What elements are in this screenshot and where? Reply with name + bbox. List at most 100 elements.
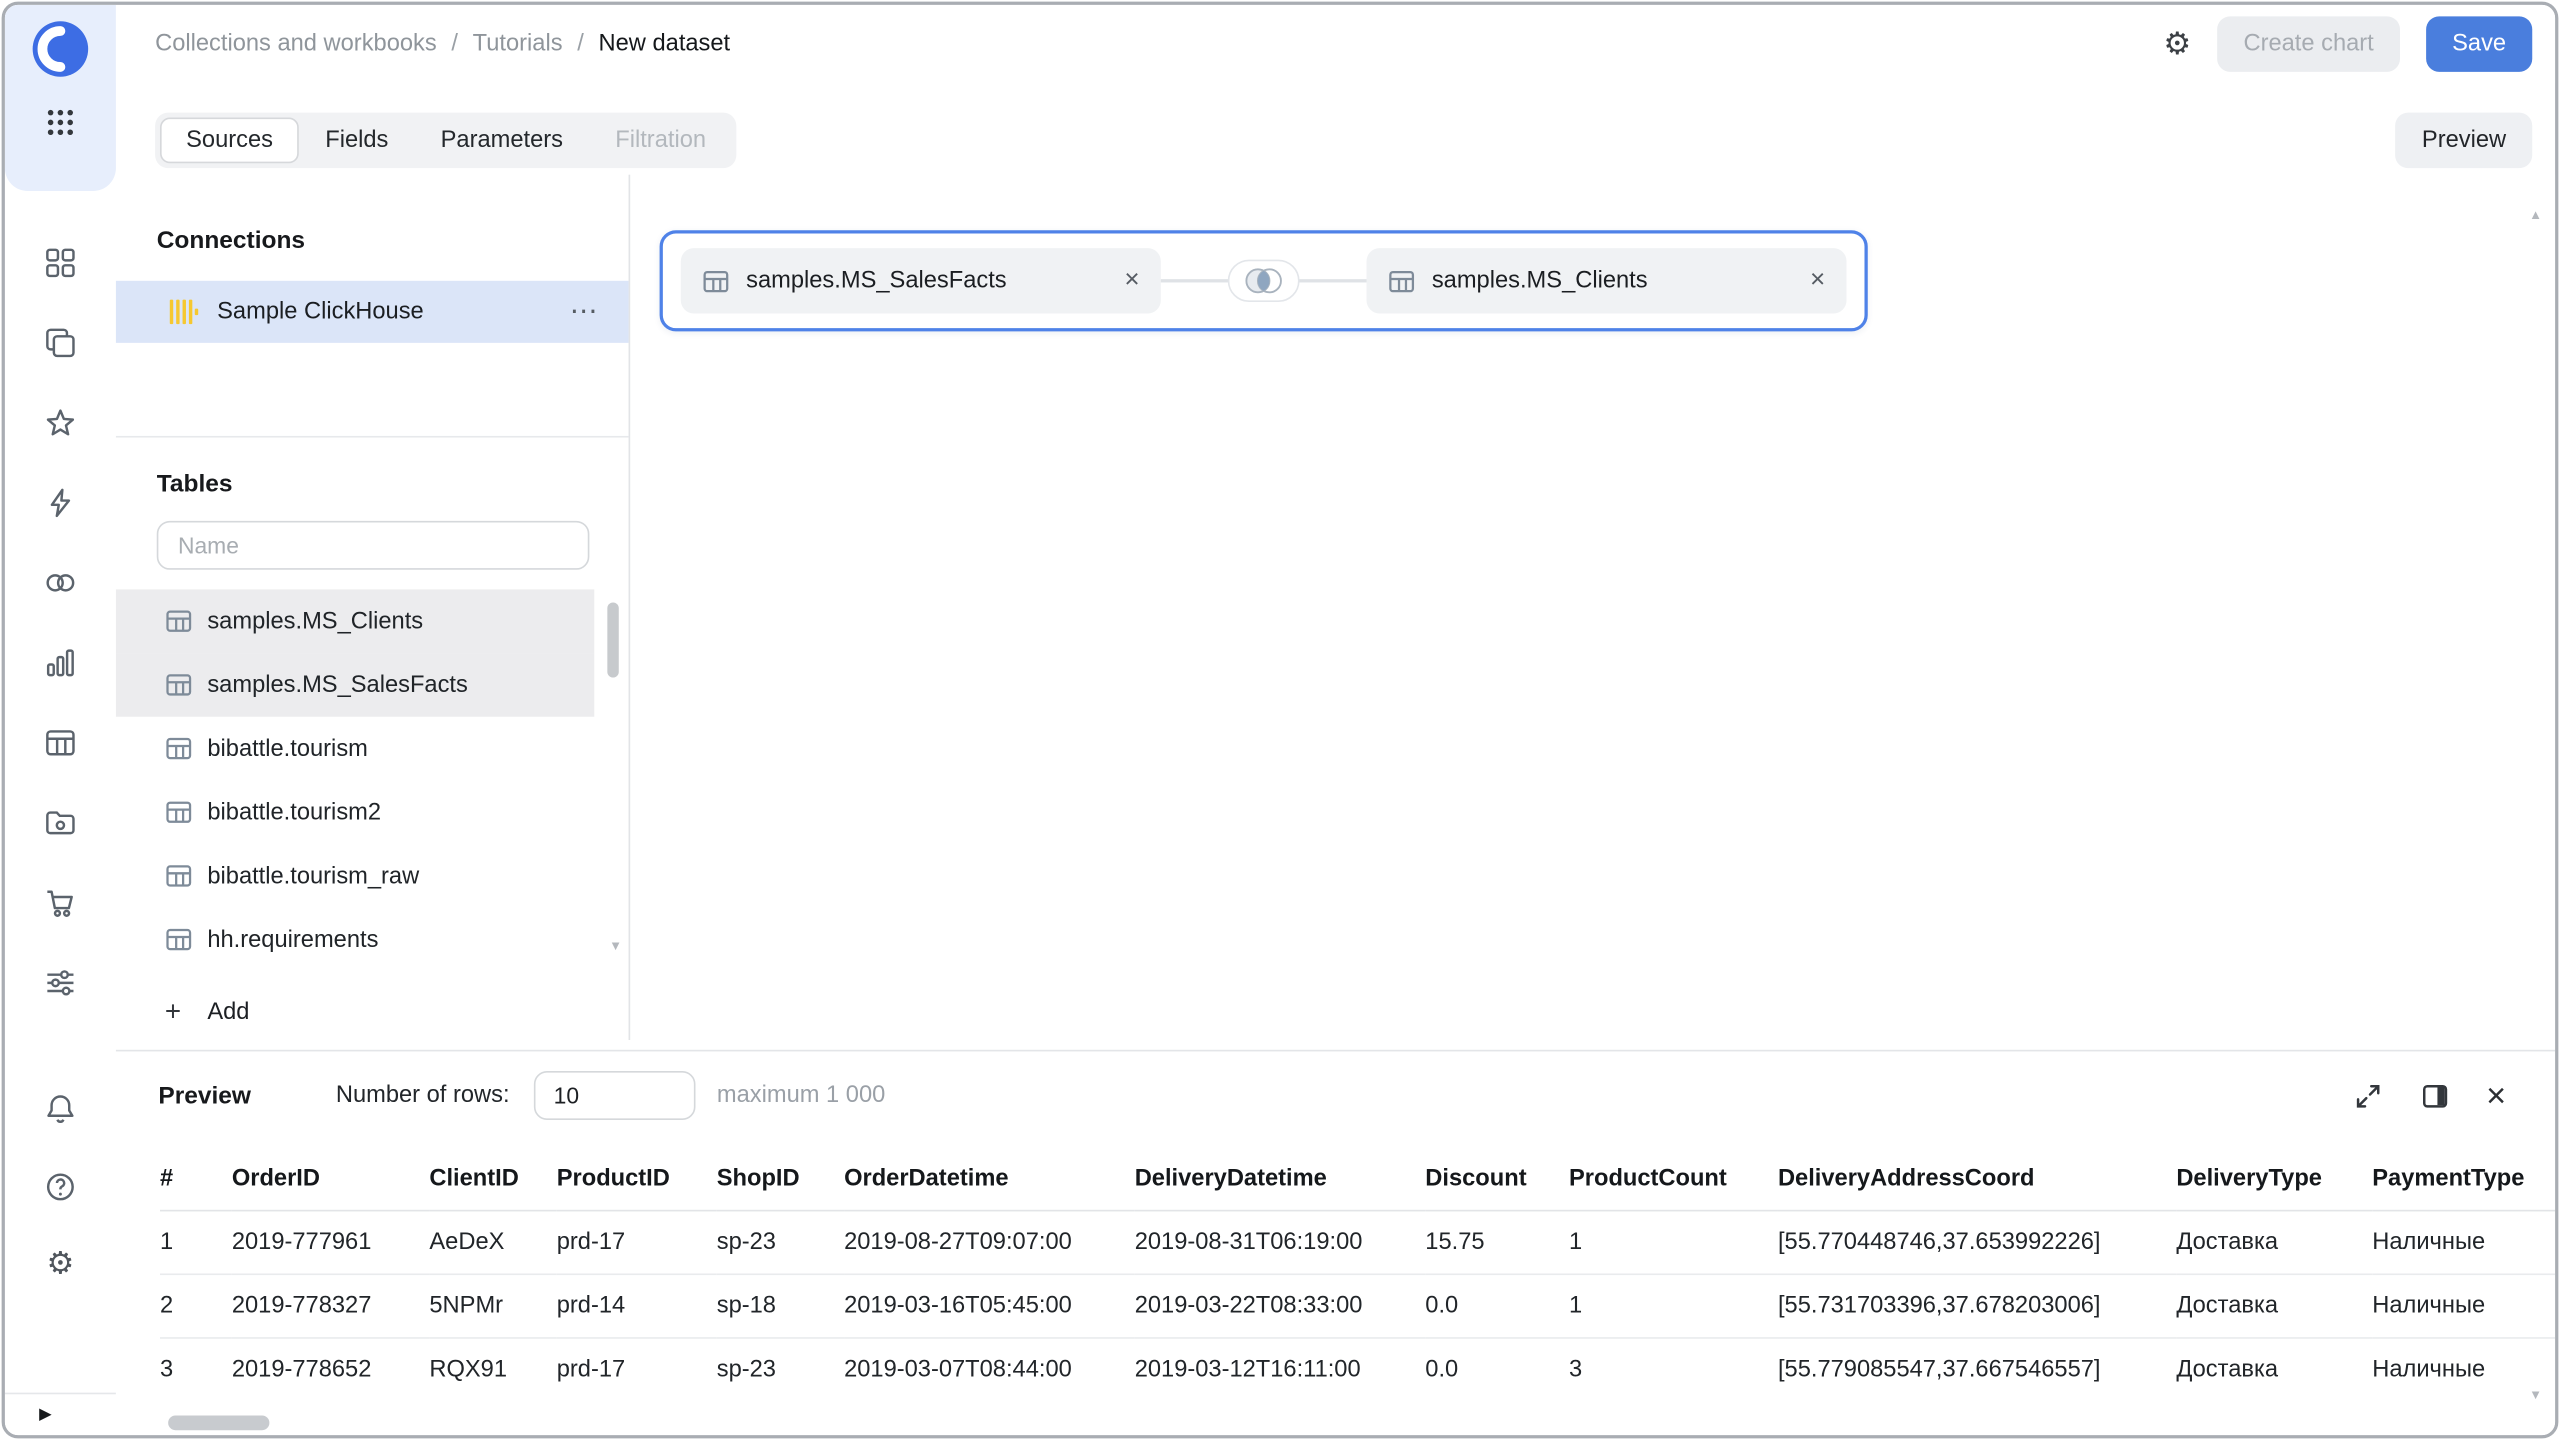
preview-table-cell: 0.0: [1425, 1337, 1569, 1396]
create-chart-button[interactable]: Create chart: [2217, 16, 2400, 72]
dataset-settings-gear-icon[interactable]: ⚙: [2163, 25, 2191, 63]
notifications-bell-icon[interactable]: [44, 1092, 77, 1125]
source-chip-clients[interactable]: samples.MS_Clients ×: [1367, 248, 1847, 313]
connection-item-sample-clickhouse[interactable]: Sample ClickHouse ⋯: [116, 281, 629, 343]
preview-panel: Preview Number of rows: maximum 1 000 × …: [116, 1050, 2555, 1435]
preview-table-row: 22019-7783275NPMrprd-14sp-182019-03-16T0…: [160, 1273, 2555, 1337]
preview-table-cell: Наличные: [2372, 1337, 2555, 1396]
rail-bottom: ⚙: [5, 1092, 116, 1281]
tab-filtration[interactable]: Filtration: [589, 118, 732, 164]
breadcrumb-tutorials[interactable]: Tutorials: [473, 31, 563, 57]
rail-footer: ▶: [5, 1393, 116, 1435]
table-search-input[interactable]: [157, 521, 590, 570]
remove-source-icon[interactable]: ×: [1111, 266, 1139, 295]
tab-parameters[interactable]: Parameters: [415, 118, 590, 164]
horizontal-scrollbar-thumb[interactable]: [168, 1416, 269, 1431]
preview-table-cell: 3: [160, 1337, 232, 1396]
preview-table-cell: 2: [160, 1273, 232, 1337]
split-view-icon[interactable]: [2419, 1080, 2450, 1111]
preview-column-header: ProductCount: [1569, 1149, 1778, 1209]
table-icon: [165, 926, 193, 954]
preview-table-cell: sp-23: [717, 1210, 844, 1274]
preview-table-cell: RQX91: [429, 1337, 556, 1396]
tab-bar: Sources Fields Parameters Filtration Pre…: [155, 113, 2532, 169]
apps-grid-icon[interactable]: [44, 106, 77, 139]
tables-scroll-down-icon[interactable]: ▼: [609, 939, 622, 954]
clickhouse-icon: [168, 297, 199, 326]
preview-table-cell: sp-18: [717, 1273, 844, 1337]
horizontal-scrollbar[interactable]: [116, 1412, 2555, 1432]
table-list-item[interactable]: samples.MS_Clients: [116, 589, 594, 653]
preview-table-cell: 2019-03-12T16:11:00: [1135, 1337, 1426, 1396]
breadcrumb: Collections and workbooks / Tutorials / …: [155, 31, 730, 57]
canvas-scroll-up-icon[interactable]: ▲: [2529, 207, 2542, 222]
dashboards-icon[interactable]: [44, 247, 77, 280]
workbooks-icon[interactable]: [44, 327, 77, 360]
sources-sidebar: Connections Sample ClickHouse ⋯ Tables s…: [116, 175, 630, 1040]
table-list-item[interactable]: bibattle.tourism: [116, 717, 594, 781]
table-name: bibattle.tourism_raw: [207, 863, 419, 889]
add-table-button[interactable]: + Add: [116, 984, 629, 1040]
connection-name: Sample ClickHouse: [217, 299, 424, 325]
preview-table-cell: 15.75: [1425, 1210, 1569, 1274]
preview-actions: ×: [2352, 1080, 2506, 1111]
tab-fields[interactable]: Fields: [299, 118, 414, 164]
panel-divider: [116, 436, 629, 438]
connection-menu-icon[interactable]: ⋯: [570, 296, 599, 329]
table-list-item[interactable]: bibattle.tourism2: [116, 780, 594, 844]
preview-toggle-button[interactable]: Preview: [2396, 113, 2532, 169]
preview-table-cell: 1: [160, 1210, 232, 1274]
table-list-item[interactable]: hh.requirements: [116, 908, 594, 972]
favorites-star-icon[interactable]: [44, 407, 77, 440]
preview-table-row: 32019-778652RQX91prd-17sp-232019-03-07T0…: [160, 1337, 2555, 1396]
help-icon[interactable]: [44, 1171, 77, 1204]
storage-folder-icon[interactable]: [44, 807, 77, 840]
preview-column-header: ShopID: [717, 1149, 844, 1209]
preview-column-header: OrderID: [232, 1149, 430, 1209]
connections-lightning-icon[interactable]: [44, 487, 77, 520]
settings-sliders-icon[interactable]: [44, 967, 77, 1000]
table-list-item[interactable]: samples.MS_SalesFacts: [116, 653, 594, 717]
preview-table-cell: 5NPMr: [429, 1273, 556, 1337]
close-preview-icon[interactable]: ×: [2486, 1080, 2506, 1111]
charts-icon[interactable]: [44, 647, 77, 680]
tables-list-scrollbar[interactable]: [607, 602, 618, 677]
preview-scroll-down-icon[interactable]: ▼: [2529, 1388, 2542, 1403]
preview-table-cell: 2019-778652: [232, 1337, 430, 1396]
rail-gear-icon[interactable]: ⚙: [44, 1249, 77, 1282]
expand-preview-icon[interactable]: [2352, 1080, 2383, 1111]
preview-table-cell: Доставка: [2176, 1210, 2372, 1274]
preview-column-header: ProductID: [557, 1149, 717, 1209]
join-canvas: samples.MS_SalesFacts × samples.MS_Clien…: [632, 175, 2555, 1050]
preview-table-cell: 2019-03-16T05:45:00: [844, 1273, 1135, 1337]
preview-table-cell: prd-17: [557, 1210, 717, 1274]
preview-table-cell: 2019-08-27T09:07:00: [844, 1210, 1135, 1274]
preview-header: Preview Number of rows: maximum 1 000 ×: [158, 1064, 2506, 1126]
collapse-panel-play-icon[interactable]: ▶: [39, 1406, 52, 1424]
remove-source-icon[interactable]: ×: [1797, 266, 1825, 295]
breadcrumb-collections[interactable]: Collections and workbooks: [155, 31, 437, 57]
rows-count-input[interactable]: [534, 1071, 696, 1120]
save-button[interactable]: Save: [2426, 16, 2532, 72]
datasets-table-icon[interactable]: [44, 727, 77, 760]
preview-column-header: DeliveryDatetime: [1135, 1149, 1426, 1209]
preview-column-header: #: [160, 1149, 232, 1209]
tab-sources[interactable]: Sources: [160, 118, 299, 164]
join-type-button[interactable]: [1228, 260, 1300, 302]
source-chip-label: samples.MS_Clients: [1432, 268, 1648, 294]
inner-join-venn-icon: [1239, 264, 1288, 297]
preview-table-cell: Доставка: [2176, 1337, 2372, 1396]
table-name: samples.MS_SalesFacts: [207, 672, 468, 698]
preview-table-cell: 0.0: [1425, 1273, 1569, 1337]
table-icon: [702, 267, 730, 295]
preview-title: Preview: [158, 1082, 251, 1110]
source-chip-salesfacts[interactable]: samples.MS_SalesFacts ×: [681, 248, 1161, 313]
marketplace-cart-icon[interactable]: [44, 887, 77, 920]
preview-column-header: OrderDatetime: [844, 1149, 1135, 1209]
preview-table-cell: 2019-778327: [232, 1273, 430, 1337]
table-icon: [165, 798, 193, 826]
join-group[interactable]: samples.MS_SalesFacts × samples.MS_Clien…: [660, 230, 1868, 331]
datalens-logo[interactable]: [29, 18, 91, 80]
services-circles-icon[interactable]: [44, 567, 77, 600]
table-list-item[interactable]: bibattle.tourism_raw: [116, 844, 594, 908]
